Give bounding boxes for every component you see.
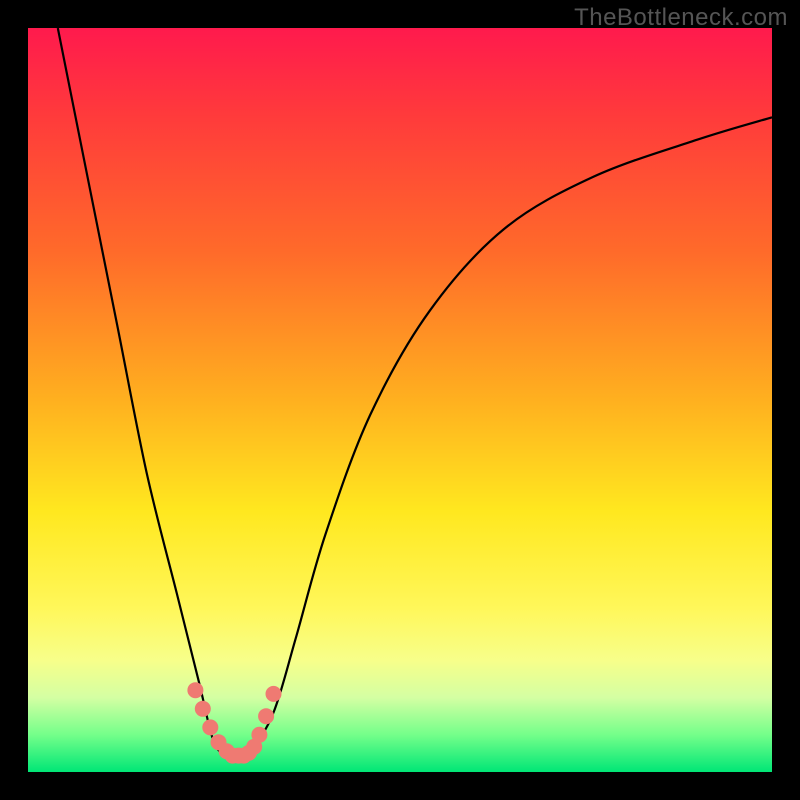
curve-layer [28,28,772,772]
data-marker [195,701,211,717]
data-marker [266,686,282,702]
data-marker [202,719,218,735]
brand-watermark: TheBottleneck.com [574,4,788,32]
chart-frame: TheBottleneck.com [0,0,800,800]
data-markers [187,682,281,763]
data-marker [187,682,203,698]
data-marker [258,708,274,724]
plot-area [28,28,772,772]
data-marker [251,727,267,743]
bottleneck-curve [58,28,772,759]
